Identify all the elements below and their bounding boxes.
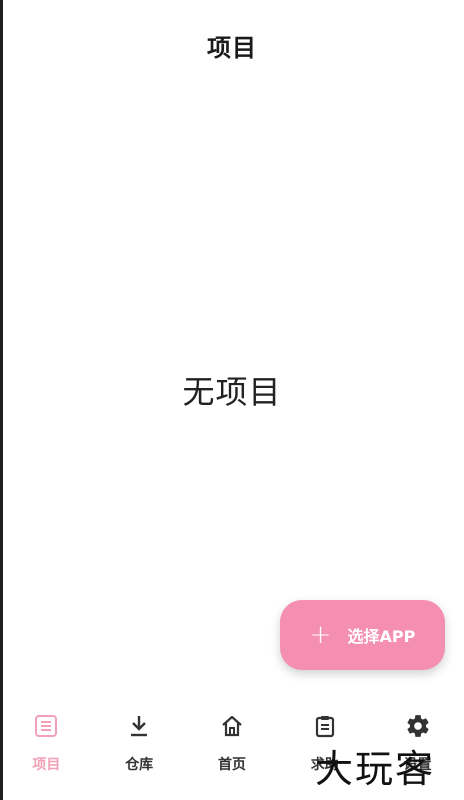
- empty-state-text: 无项目: [182, 373, 282, 411]
- download-icon: [125, 712, 153, 740]
- select-app-label: 选择APP: [347, 627, 416, 646]
- nav-label-home: 首页: [217, 757, 246, 773]
- nav-item-warehouse[interactable]: 仓库: [99, 712, 179, 774]
- list-doc-icon: [32, 712, 60, 740]
- page-title: 项目: [207, 33, 257, 62]
- nav-item-home[interactable]: 首页: [192, 712, 272, 774]
- plus-icon: +: [309, 620, 332, 650]
- watermark-logo: 大玩客: [315, 747, 436, 791]
- nav-label-warehouse: 仓库: [125, 757, 154, 773]
- home-icon: [218, 712, 246, 740]
- nav-item-projects[interactable]: 项目: [6, 712, 86, 774]
- gear-icon: [404, 712, 432, 740]
- app-header: 项目: [0, 0, 464, 90]
- nav-label-projects: 项目: [32, 757, 61, 773]
- select-app-button[interactable]: + 选择APP: [280, 600, 445, 670]
- clipboard-icon: [311, 712, 339, 740]
